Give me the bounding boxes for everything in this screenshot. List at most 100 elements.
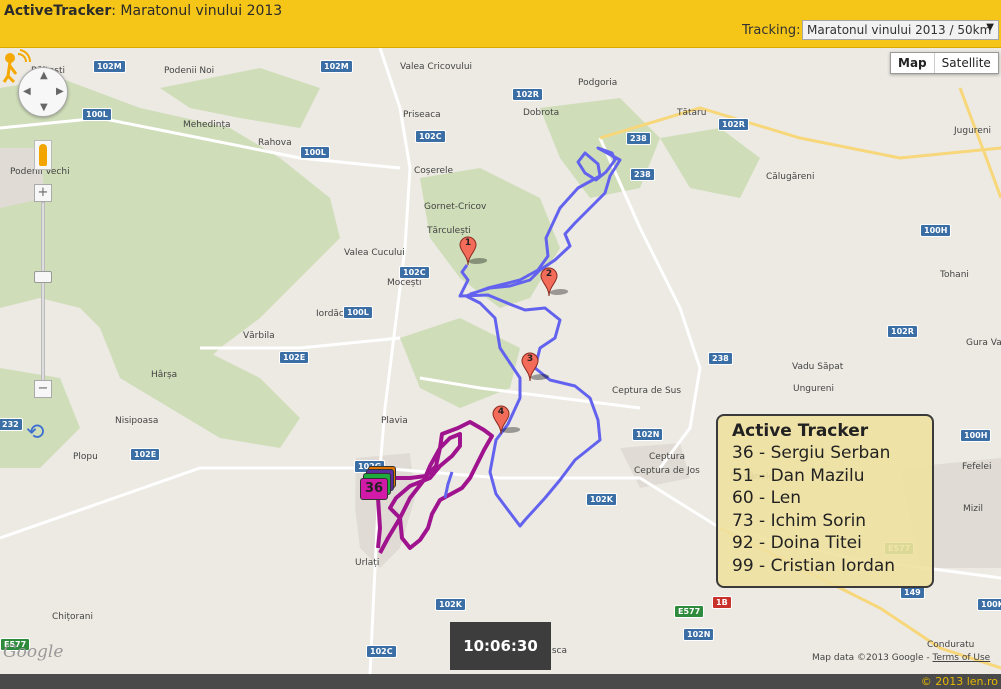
place-label: Ungureni [793,384,834,394]
road-shield: 100L [300,146,330,159]
app-window: ActiveTracker: Maratonul vinului 2013 Tr… [0,0,1001,689]
place-label: Urlați [355,558,380,568]
terms-of-use-link[interactable]: Terms of Use [932,653,990,663]
pan-left-icon[interactable]: ◀ [23,86,31,97]
road-shield: 102C [399,266,430,279]
page-title: ActiveTracker: Maratonul vinului 2013 [4,3,282,19]
place-label: Vadu Săpat [792,362,844,372]
legend-item[interactable]: 36 - Sergiu Serban [732,442,918,465]
place-label: Ceptura de Jos [634,466,700,476]
place-label: Gura Vadului [966,338,1001,348]
place-label: Tohani [940,270,969,280]
place-label: Vărbila [243,331,275,341]
tracking-select[interactable]: Maratonul vinului 2013 / 50km ▼ [802,20,999,40]
footer-bar: © 2013 len.ro [0,674,1001,689]
forest-area [660,128,760,198]
road-shield: 100L [82,108,112,121]
map-copyright: Map data ©2013 Google [812,653,924,663]
map-type-satellite-button[interactable]: Satellite [935,53,998,73]
place-label: Mocești [387,278,422,288]
checkpoint-marker[interactable]: 2 [540,267,570,297]
road-shield: 102E [130,448,161,461]
legend-title: Active Tracker [732,421,869,441]
place-label: Jugureni [954,126,992,136]
road-shield: 102N [632,428,664,441]
header-bar: ActiveTracker: Maratonul vinului 2013 Tr… [0,0,1001,48]
road-shield: 1B [712,596,732,609]
place-label: Nisipoasa [115,416,159,426]
legend-item[interactable]: 51 - Dan Mazilu [732,465,918,488]
road-shield: 102C [415,130,446,143]
road-shield: 100H [960,429,992,442]
marker-number: 2 [545,269,553,279]
zoom-in-button[interactable]: + [34,184,52,202]
place-label: Podenii Noi [164,66,215,76]
race-clock: 10:06:30 [450,622,551,670]
legend-item[interactable]: 73 - Ichim Sorin [732,510,918,533]
checkpoint-marker[interactable]: 3 [521,352,551,382]
place-label: Plopu [73,452,98,462]
legend-item[interactable]: 92 - Doina Titei [732,532,918,555]
rotate-icon[interactable]: ⟲ [26,420,44,445]
road-shield: 102M [93,60,126,73]
road-shield: 238 [626,132,651,145]
checkpoint-marker[interactable]: 1 [459,236,489,266]
tracking-label: Tracking: [742,23,801,38]
runner-badge-stack[interactable]: 36 [360,466,400,502]
dropdown-arrow-icon: ▼ [986,22,994,33]
zoom-track[interactable] [41,202,45,386]
road-shield: 102E [279,351,310,364]
road-shield: 238 [708,352,733,365]
legend-item[interactable]: 99 - Cristian Iordan [732,555,918,578]
road-shield: 232 [0,418,23,431]
event-title: Maratonul vinului 2013 [120,3,283,19]
marker-number: 4 [497,407,505,417]
place-label: Priseaca [403,110,441,120]
road-shield: 100L [343,306,373,319]
road-shield: 100H [920,224,952,237]
map-type-map-button[interactable]: Map [891,53,935,73]
active-tracker-legend: Active Tracker 36 - Sergiu Serban 51 - D… [716,414,934,588]
road-line [599,106,1001,160]
road-line [958,87,1001,199]
zoom-slider[interactable]: + − [34,184,52,404]
place-label: Mehedința [183,120,231,130]
road-shield: 238 [630,168,655,181]
place-label: Rahova [258,138,292,148]
zoom-out-button[interactable]: − [34,380,52,398]
marker-number: 3 [526,354,534,364]
road-shield: 100K [977,598,1001,611]
app-name: ActiveTracker [4,3,112,19]
road-shield: E577 [674,605,705,618]
place-label: Valea Cucului [344,248,405,258]
place-label: Dobrota [523,108,560,118]
road-shield: 102M [320,60,353,73]
street-view-pegman-icon[interactable] [34,140,52,170]
road-line [368,48,412,674]
road-shield: 102R [718,118,749,131]
place-label: Plavia [381,416,408,426]
place-label: Hârșa [151,370,178,380]
road-shield: 102C [366,645,397,658]
checkpoint-marker[interactable]: 4 [492,405,522,435]
place-label: Călugăreni [766,172,815,182]
legend-item[interactable]: 60 - Len [732,487,918,510]
title-separator: : [111,3,116,19]
pan-up-icon[interactable]: ▲ [40,70,48,81]
place-label: Ceptura [649,452,685,462]
place-label: Tărculești [427,226,471,236]
marker-number: 1 [464,238,472,248]
footer-copyright[interactable]: © 2013 len.ro [921,675,998,688]
place-label: Mizil [963,504,983,514]
map-type-control: Map Satellite [890,52,999,74]
pan-down-icon[interactable]: ▼ [40,102,48,113]
map-attribution: Map data ©2013 Google - Terms of Use [812,653,991,663]
google-logo[interactable]: Google [3,642,63,662]
place-label: Valea Cricovului [400,62,473,72]
place-label: Fefelei [962,462,992,472]
map-canvas[interactable]: BălțeștiPodenii NoiValea CricovuluiPodgo… [0,48,1001,674]
pan-right-icon[interactable]: ▶ [56,86,64,97]
road-shield: 102K [435,598,466,611]
place-label: Podgoria [578,78,618,88]
zoom-thumb[interactable] [34,271,52,283]
